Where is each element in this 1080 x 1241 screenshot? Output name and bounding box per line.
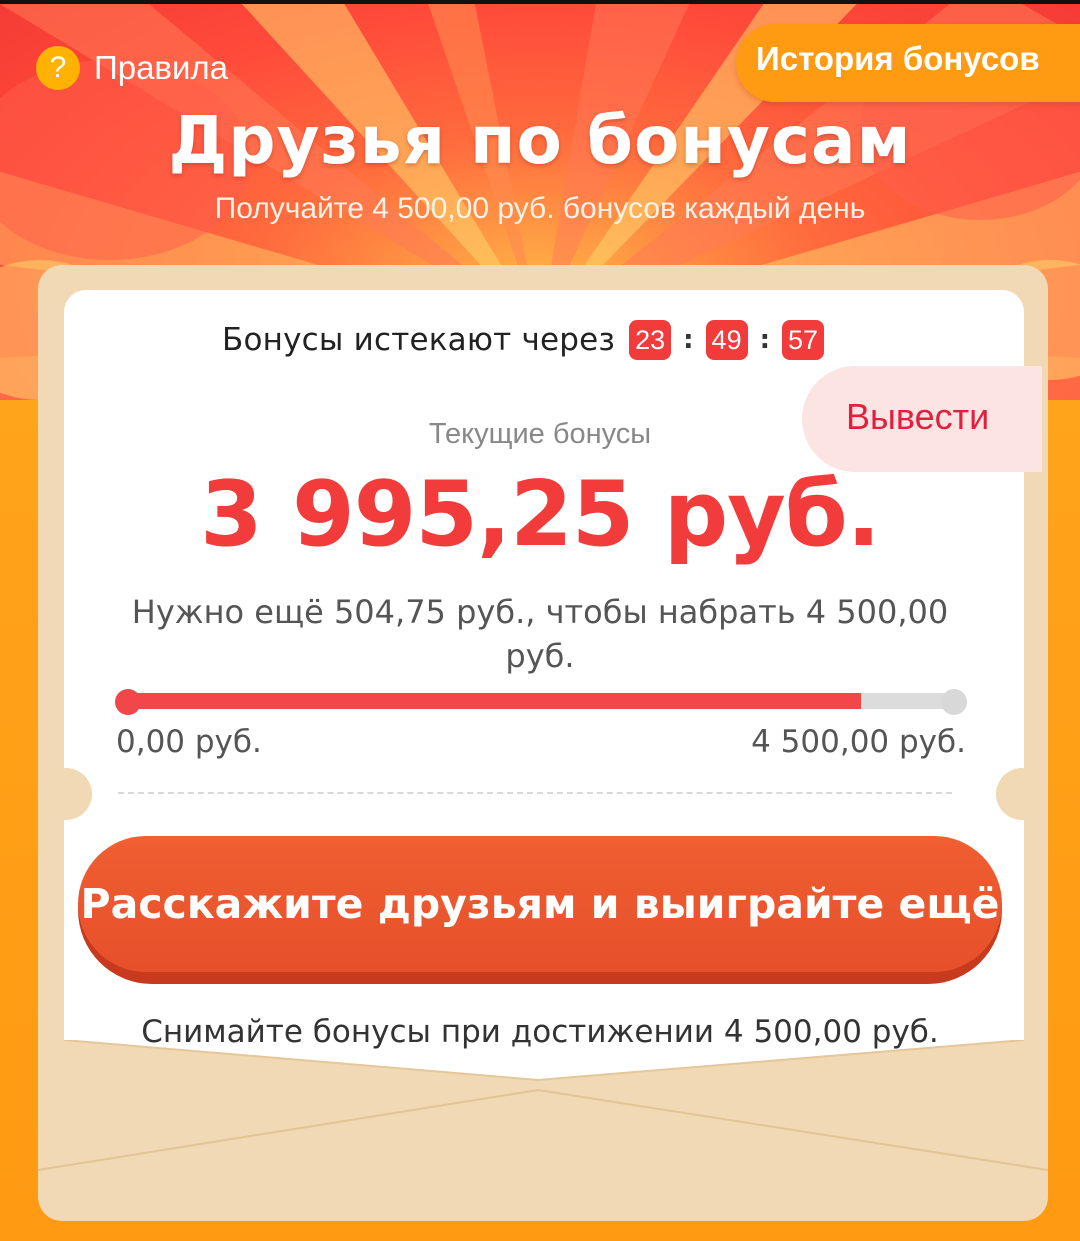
bonus-progress-fill: [128, 693, 862, 709]
page-title: Друзья по бонусам: [168, 102, 912, 179]
progress-max-label: 4 500,00 руб.: [751, 724, 966, 760]
ticket-notch-left: [40, 768, 92, 820]
progress-end-dot: [941, 689, 967, 715]
question-icon: ?: [36, 46, 80, 90]
rules-label: Правила: [94, 49, 228, 86]
timer-hours: 23: [629, 320, 672, 360]
page-subtitle: Получайте 4 500,00 руб. бонусов каждый д…: [214, 192, 866, 225]
ticket-notch-right: [996, 768, 1048, 820]
rules-link[interactable]: ? Правила: [36, 46, 228, 90]
timer-separator: :: [683, 325, 694, 355]
bonus-history-label: История бонусов: [756, 40, 1040, 77]
bonus-progress-bar: [128, 693, 954, 709]
share-with-friends-button[interactable]: Расскажите друзьям и выиграйте ещё: [78, 836, 1002, 984]
timer-separator: :: [759, 325, 770, 355]
current-bonus-amount: 3 995,25 руб.: [200, 462, 881, 567]
expiry-timer: Бонусы истекают через 23 : 49 : 57: [222, 320, 825, 360]
current-bonus-label: Текущие бонусы: [428, 418, 652, 450]
progress-start-dot: [115, 689, 141, 715]
envelope-flap: [38, 1040, 1048, 1221]
share-button-label: Расскажите друзьям и выиграйте ещё: [80, 880, 1000, 928]
progress-min-label: 0,00 руб.: [116, 724, 262, 760]
card-divider: [118, 792, 952, 794]
status-bar-edge: [0, 0, 1080, 4]
timer-seconds: 57: [782, 320, 825, 360]
expiry-label: Бонусы истекают через: [222, 322, 616, 358]
bonus-history-button[interactable]: История бонусов: [736, 24, 1080, 102]
timer-minutes: 49: [705, 320, 748, 360]
withdraw-condition-note: Снимайте бонусы при достижении 4 500,00 …: [141, 1014, 939, 1050]
remaining-amount-text: Нужно ещё 504,75 руб., чтобы набрать 4 5…: [131, 593, 949, 675]
